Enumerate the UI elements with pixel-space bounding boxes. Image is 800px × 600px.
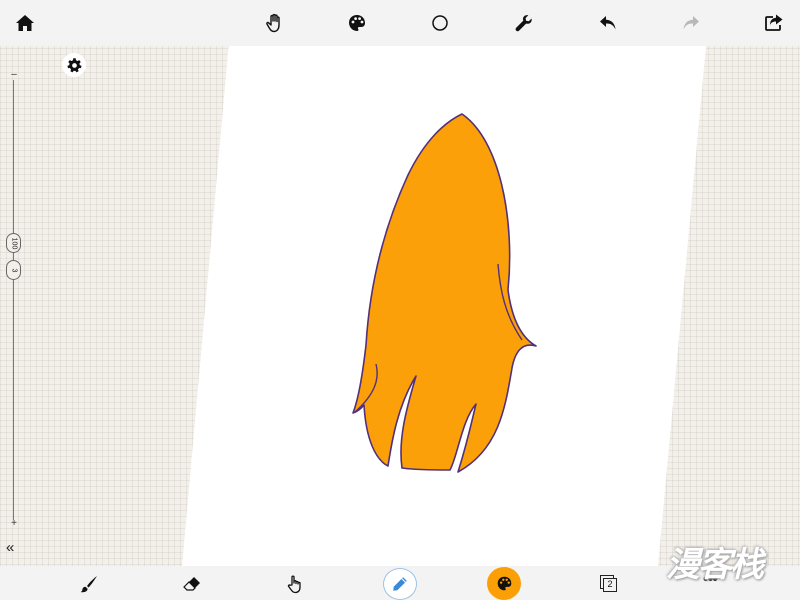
size-value: 3 <box>10 268 17 272</box>
tools-button[interactable] <box>509 8 539 38</box>
redo-icon <box>683 16 699 30</box>
share-icon <box>765 14 783 31</box>
eraser-button[interactable] <box>178 570 206 598</box>
layers-button[interactable]: 2 <box>598 574 620 596</box>
size-pill[interactable]: 3 <box>6 260 21 280</box>
hand-icon <box>266 13 280 33</box>
redo-button[interactable] <box>676 8 706 38</box>
wrench-icon <box>515 15 532 32</box>
drawing-detail-right <box>497 263 523 341</box>
share-button[interactable] <box>759 8 789 38</box>
slider-track[interactable] <box>13 80 14 520</box>
shape-button[interactable] <box>425 8 455 38</box>
drawing-detail-left <box>354 363 378 413</box>
home-icon <box>16 15 34 31</box>
pointer-hand-icon <box>287 575 301 594</box>
undo-icon <box>600 16 616 30</box>
layers-count: 2 <box>603 578 617 592</box>
drawing-canvas[interactable] <box>0 0 800 600</box>
palette-icon <box>497 576 511 591</box>
palette-icon <box>349 15 365 31</box>
brush-button[interactable] <box>75 570 103 598</box>
collapse-panel-button[interactable]: « <box>6 540 24 557</box>
circle-icon <box>432 15 448 31</box>
pencil-icon <box>393 577 407 591</box>
slider-plus[interactable]: + <box>9 519 19 529</box>
slider-minus[interactable]: – <box>9 70 19 80</box>
home-button[interactable] <box>10 8 40 38</box>
palette-button[interactable] <box>342 8 372 38</box>
opacity-value: 100 <box>10 237 17 249</box>
gear-icon <box>66 57 82 72</box>
drawing-shape <box>352 113 537 473</box>
paper-sheet <box>182 8 706 566</box>
brush-icon <box>80 576 97 593</box>
undo-button[interactable] <box>593 8 623 38</box>
watermark-logo: 漫客栈 <box>666 545 764 585</box>
pen-button[interactable] <box>383 568 417 600</box>
move-button[interactable] <box>260 8 290 38</box>
current-color-button[interactable] <box>487 567 521 600</box>
opacity-pill[interactable]: 100 <box>6 233 21 253</box>
top-toolbar <box>0 0 800 46</box>
eraser-icon <box>183 577 200 591</box>
touch-button[interactable] <box>281 570 309 598</box>
settings-button[interactable] <box>62 53 86 77</box>
brush-settings-slider[interactable]: – 100 3 + <box>0 60 28 560</box>
